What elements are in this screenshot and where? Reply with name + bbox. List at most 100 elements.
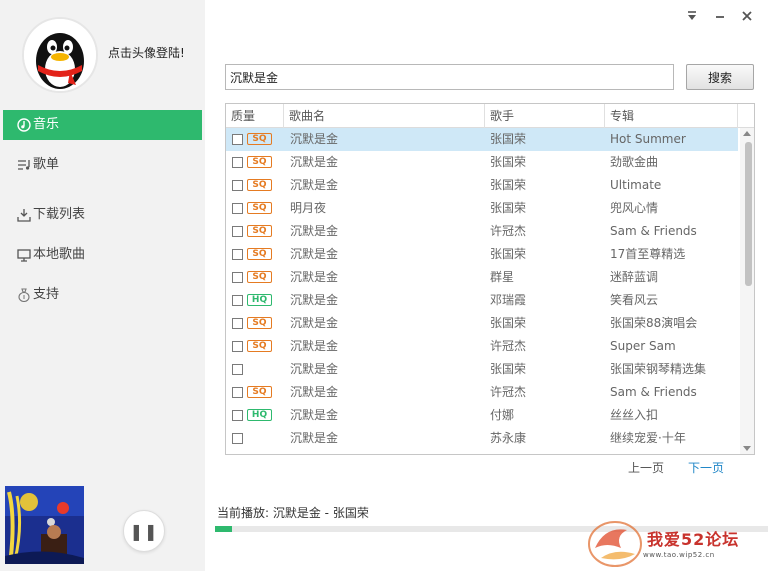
cell-album: Hot Summer (610, 132, 686, 146)
row-checkbox[interactable] (232, 387, 243, 398)
cell-artist: 张国荣 (490, 316, 527, 330)
music-app-window: 点击头像登陆! 音乐 歌单 下载列表 本地歌曲 支持 ❚❚ 沉默是金 搜索 质量… (0, 0, 768, 571)
row-checkbox[interactable] (232, 410, 243, 421)
table-row[interactable]: SQ 沉默是金 许冠杰 Sam & Friends (226, 220, 738, 243)
cell-album: 兜风心情 (610, 201, 659, 215)
watermark-logo-icon (588, 521, 642, 567)
scroll-down-arrow-icon[interactable] (743, 446, 751, 451)
table-row[interactable]: SQ 沉默是金 张国荣 Ultimate (226, 174, 738, 197)
table-row[interactable]: SQ 沉默是金 张国荣 张国荣88演唱会 (226, 312, 738, 335)
sidebar-item-music[interactable]: 音乐 (3, 110, 202, 140)
row-checkbox[interactable] (232, 157, 243, 168)
quality-badge: SQ (247, 179, 272, 191)
watermark-text: 我爱52论坛 (647, 530, 740, 549)
playlist-icon (15, 150, 33, 180)
quality-badge: SQ (247, 202, 272, 214)
row-checkbox[interactable] (232, 249, 243, 260)
cell-title: 沉默是金 (290, 385, 339, 399)
prev-page-link[interactable]: 上一页 (628, 459, 664, 476)
column-header-quality[interactable]: 质量 (226, 104, 284, 128)
cell-album: 丝丝入扣 (610, 408, 659, 422)
quality-badge: SQ (247, 133, 272, 145)
cell-album: 17首至尊精选 (610, 247, 686, 261)
table-row[interactable]: 沉默是金 苏永康 继续宠爱·十年 (226, 427, 738, 450)
cell-title: 沉默是金 (290, 247, 339, 261)
table-row[interactable]: SQ 沉默是金 张国荣 劲歌金曲 (226, 151, 738, 174)
cell-album: 劲歌金曲 (610, 155, 659, 169)
row-checkbox[interactable] (232, 364, 243, 375)
row-checkbox[interactable] (232, 203, 243, 214)
playback-progress-fill (215, 526, 232, 532)
table-body: SQ 沉默是金 张国荣 Hot Summer SQ 沉默是金 张国荣 劲歌金曲 SQ 沉默是金 张国… (226, 128, 738, 450)
quality-badge: SQ (247, 271, 272, 283)
table-row[interactable]: SQ 沉默是金 许冠杰 Super Sam (226, 335, 738, 358)
sidebar-nav: 音乐 歌单 下载列表 本地歌曲 支持 (0, 110, 205, 310)
penguin-avatar-icon (24, 19, 96, 91)
sidebar-item-local-songs[interactable]: 本地歌曲 (3, 240, 202, 270)
cell-title: 沉默是金 (290, 316, 339, 330)
vertical-scrollbar[interactable] (740, 128, 754, 454)
watermark: 我爱52论坛 www.tao.wip52.cn (585, 516, 768, 571)
table-row[interactable]: SQ 沉默是金 群星 迷醉蓝调 (226, 266, 738, 289)
pause-button[interactable]: ❚❚ (123, 510, 165, 552)
menu-dropdown-icon[interactable] (684, 10, 700, 26)
row-checkbox[interactable] (232, 341, 243, 352)
cell-album: 迷醉蓝调 (610, 270, 659, 284)
money-bag-icon (15, 280, 33, 310)
row-checkbox[interactable] (232, 272, 243, 283)
cell-album: Sam & Friends (610, 224, 697, 238)
cell-artist: 许冠杰 (490, 385, 527, 399)
sidebar-item-label: 本地歌曲 (33, 247, 86, 262)
minimize-icon[interactable] (712, 10, 728, 26)
sidebar-item-downloads[interactable]: 下载列表 (3, 200, 202, 230)
scrollbar-thumb[interactable] (745, 142, 752, 286)
column-header-album[interactable]: 专辑 (605, 104, 738, 128)
scroll-up-arrow-icon[interactable] (743, 131, 751, 136)
table-row[interactable]: HQ 沉默是金 付娜 丝丝入扣 (226, 404, 738, 427)
sidebar-item-playlist[interactable]: 歌单 (3, 150, 202, 180)
sidebar-item-label: 音乐 (33, 117, 60, 132)
table-row[interactable]: SQ 沉默是金 许冠杰 Sam & Friends (226, 381, 738, 404)
close-icon[interactable] (739, 10, 755, 26)
now-playing-text: 当前播放: 沉默是金 - 张国荣 (217, 506, 369, 520)
cell-album: 继续宠爱·十年 (610, 431, 686, 445)
quality-badge: SQ (247, 248, 272, 260)
table-row[interactable]: 沉默是金 张国荣 张国荣钢琴精选集 (226, 358, 738, 381)
table-row[interactable]: SQ 沉默是金 张国荣 17首至尊精选 (226, 243, 738, 266)
row-checkbox[interactable] (232, 318, 243, 329)
cell-title: 沉默是金 (290, 270, 339, 284)
column-header-artist[interactable]: 歌手 (485, 104, 605, 128)
sidebar-item-support[interactable]: 支持 (3, 280, 202, 310)
cell-album: Super Sam (610, 339, 676, 353)
row-checkbox[interactable] (232, 134, 243, 145)
music-disc-icon (15, 110, 33, 140)
table-header: 质量 歌曲名 歌手 专辑 (226, 104, 754, 128)
cell-artist: 苏永康 (490, 431, 527, 445)
quality-badge: SQ (247, 340, 272, 352)
cell-title: 沉默是金 (290, 339, 339, 353)
quality-badge: SQ (247, 156, 272, 168)
cell-title: 沉默是金 (290, 431, 339, 445)
album-cover[interactable] (5, 486, 84, 564)
table-row[interactable]: HQ 沉默是金 邓瑞霞 笑看风云 (226, 289, 738, 312)
row-checkbox[interactable] (232, 295, 243, 306)
next-page-link[interactable]: 下一页 (688, 459, 724, 476)
search-input[interactable] (225, 64, 674, 90)
column-header-title[interactable]: 歌曲名 (284, 104, 485, 128)
login-prompt[interactable]: 点击头像登陆! (108, 44, 185, 61)
search-button[interactable]: 搜索 (686, 64, 754, 90)
row-checkbox[interactable] (232, 180, 243, 191)
cell-album: Sam & Friends (610, 385, 697, 399)
cell-artist: 许冠杰 (490, 339, 527, 353)
row-checkbox[interactable] (232, 433, 243, 444)
album-art-image (5, 486, 84, 564)
table-row[interactable]: SQ 沉默是金 张国荣 Hot Summer (226, 128, 738, 151)
cell-artist: 张国荣 (490, 178, 527, 192)
user-avatar[interactable] (22, 17, 98, 93)
quality-badge: HQ (247, 409, 272, 421)
pause-icon: ❚❚ (129, 521, 159, 541)
quality-badge: HQ (247, 294, 272, 306)
table-row[interactable]: SQ 明月夜 张国荣 兜风心情 (226, 197, 738, 220)
cell-title: 沉默是金 (290, 224, 339, 238)
row-checkbox[interactable] (232, 226, 243, 237)
